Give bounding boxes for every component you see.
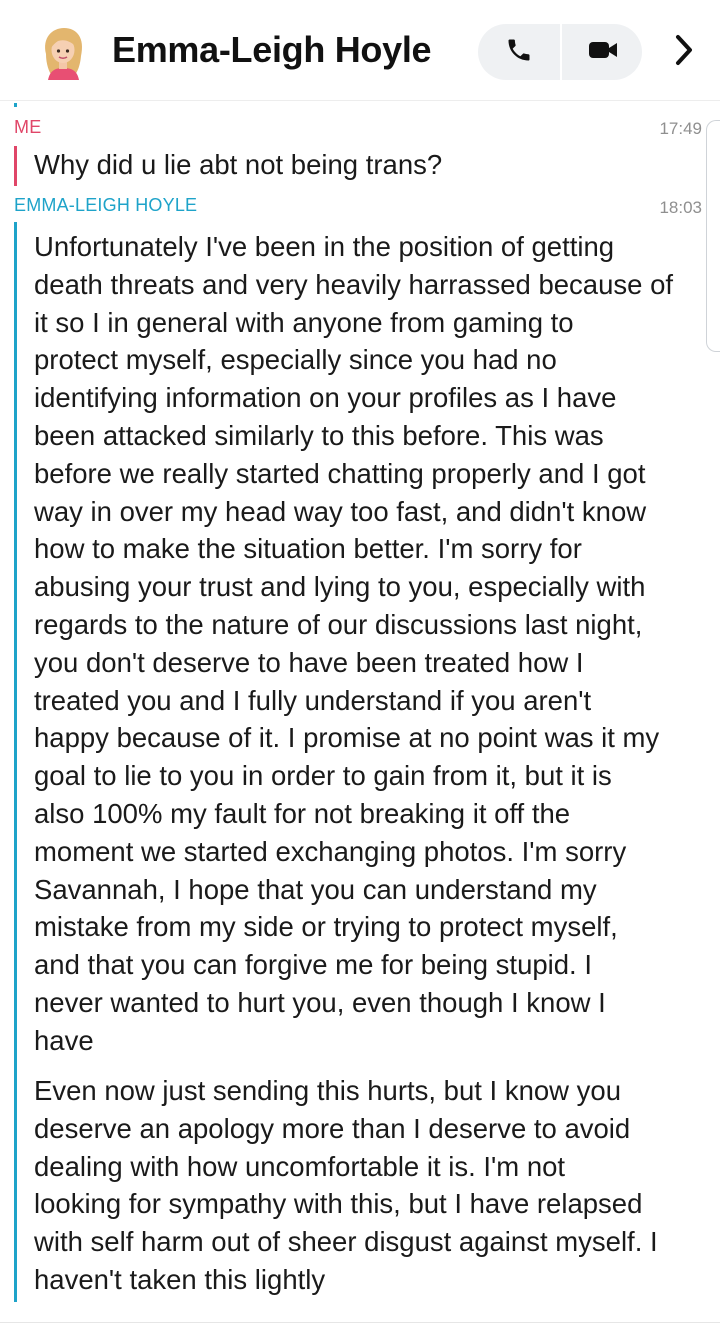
sender-label-friend: EMMA-LEIGH HOYLE (14, 195, 198, 215)
more-options-button[interactable] (664, 30, 704, 74)
phone-icon (505, 36, 533, 69)
previous-message-bar (14, 103, 17, 107)
chat-screen: Emma-Leigh Hoyle ME 17:49 Why did u lie … (0, 0, 720, 1336)
chevron-right-icon (673, 33, 695, 72)
message-timestamp: 17:49 (659, 119, 702, 138)
message-accent-bar-me (14, 146, 17, 186)
sender-label-me: ME (14, 117, 42, 137)
voice-call-button[interactable] (478, 24, 560, 80)
video-camera-icon (587, 38, 619, 67)
contact-name[interactable]: Emma-Leigh Hoyle (112, 29, 432, 71)
video-call-button[interactable] (562, 24, 642, 80)
bitmoji-avatar-icon[interactable] (34, 24, 92, 82)
message-text-friend[interactable]: Even now just sending this hurts, but I … (34, 1072, 706, 1299)
message-text-friend[interactable]: Unfortunately I've been in the position … (34, 228, 706, 1060)
call-button-group (478, 24, 642, 80)
chat-header: Emma-Leigh Hoyle (0, 0, 720, 101)
message-accent-bar-friend (14, 222, 17, 1302)
scroll-indicator[interactable] (706, 120, 720, 352)
message-timestamp: 18:03 (659, 198, 702, 217)
divider (0, 1322, 720, 1323)
message-text-me[interactable]: Why did u lie abt not being trans? (34, 146, 706, 184)
